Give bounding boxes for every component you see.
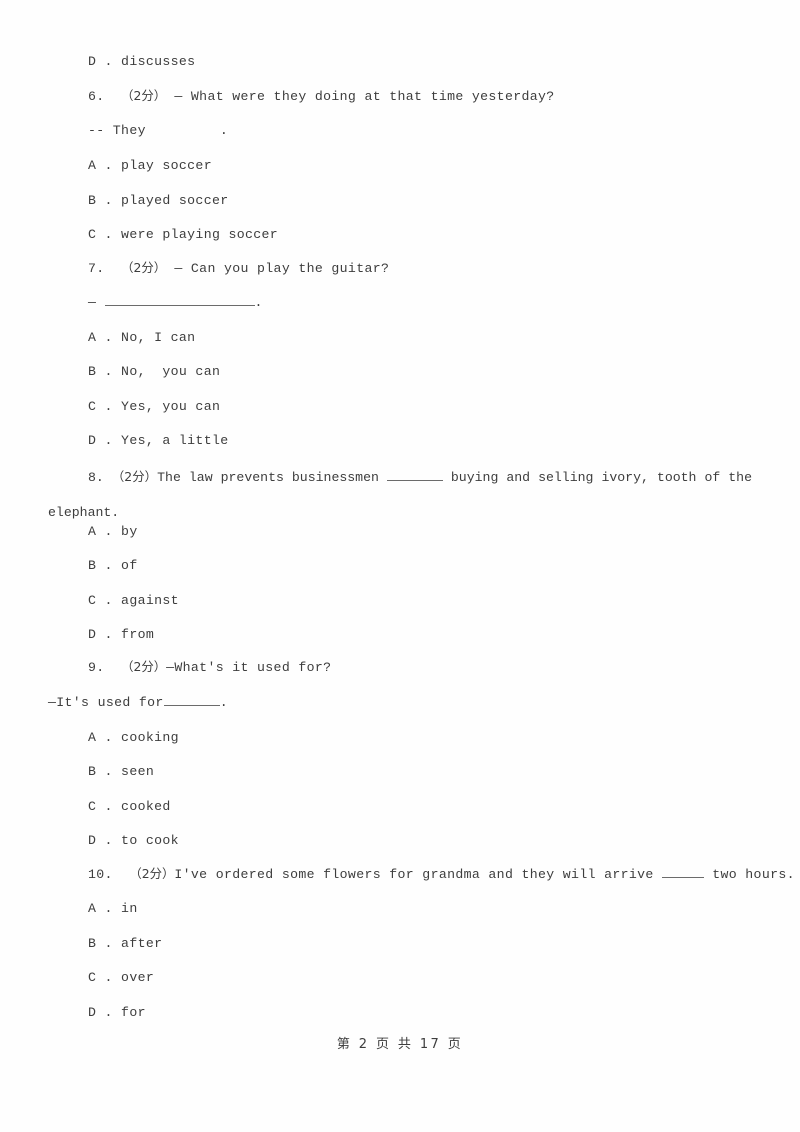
option-row-7b[interactable]: B . No, you can	[88, 363, 220, 381]
question-number: 10.	[88, 867, 113, 882]
fill-in-blank[interactable]	[104, 294, 255, 306]
option-row-10b[interactable]: B . after	[88, 935, 162, 953]
answer-suffix: .	[219, 695, 228, 710]
question-stem-part1: I've ordered some flowers for grandma an…	[174, 867, 662, 882]
option-row-7d[interactable]: D . Yes, a little	[88, 432, 228, 450]
option-row-9a[interactable]: A . cooking	[88, 729, 179, 747]
question-6-answer-line: -- They.	[88, 122, 228, 140]
option-row-8a[interactable]: A . by	[88, 523, 138, 541]
question-stem: —What's it used for?	[166, 660, 332, 675]
option-row-6c[interactable]: C . were playing soccer	[88, 226, 278, 244]
option-row-10a[interactable]: A . in	[88, 900, 138, 918]
question-number: 9.	[88, 660, 105, 675]
question-number: 6.	[88, 89, 105, 104]
option-row: D . discusses	[88, 54, 196, 69]
option-row-10c[interactable]: C . over	[88, 969, 154, 987]
question-marks: （2分）	[129, 866, 175, 881]
answer-prefix: -- They	[88, 123, 146, 138]
question-stem: — What were they doing at that time yest…	[174, 89, 555, 104]
question-row-9: 9. （2分）—What's it used for?	[88, 658, 331, 677]
option-row-7a[interactable]: A . No, I can	[88, 329, 195, 347]
question-marks: （2分）	[121, 260, 167, 275]
option-row-9c[interactable]: C . cooked	[88, 798, 171, 816]
option-row-7c[interactable]: C . Yes, you can	[88, 398, 220, 416]
question-stem-part1: The law prevents businessmen	[157, 470, 387, 485]
question-number: 7.	[88, 261, 105, 276]
answer-suffix: .	[219, 123, 229, 138]
question-9-answer-line: —It's used for.	[48, 694, 228, 712]
question-row-8: 8. （2分）The law prevents businessmen buyi…	[48, 460, 752, 530]
question-marks: （2分）	[121, 659, 167, 674]
question-stem-part2: two hours.	[703, 867, 795, 882]
question-marks: （2分）	[111, 469, 158, 484]
option-row-8b[interactable]: B . of	[88, 557, 138, 575]
option-row-10d[interactable]: D . for	[88, 1004, 146, 1022]
option-row-6b[interactable]: B . played soccer	[88, 192, 228, 210]
option-row-8d[interactable]: D . from	[88, 626, 154, 644]
question-number: 8.	[88, 470, 104, 485]
fill-in-blank[interactable]	[163, 694, 220, 706]
question-7-answer-line: — .	[88, 294, 263, 312]
option-row-6a[interactable]: A . play soccer	[88, 157, 212, 175]
answer-prefix: —It's used for	[48, 695, 164, 710]
question-row-7: 7. （2分） — Can you play the guitar?	[88, 259, 389, 278]
page-footer: 第 2 页 共 17 页	[336, 1037, 464, 1052]
question-marks: （2分）	[121, 88, 167, 103]
option-row-9d[interactable]: D . to cook	[88, 832, 179, 850]
option-row-8c[interactable]: C . against	[88, 592, 179, 610]
question-row-6: 6. （2分） — What were they doing at that t…	[88, 87, 555, 106]
fill-in-blank[interactable]	[661, 866, 704, 878]
fill-in-blank[interactable]	[386, 469, 443, 481]
question-stem: — Can you play the guitar?	[174, 261, 390, 276]
document-page: D . discusses 6. （2分） — What were they d…	[0, 0, 800, 1132]
answer-suffix: .	[254, 295, 263, 310]
option-row-9b[interactable]: B . seen	[88, 763, 154, 781]
question-row-10: 10. （2分）I've ordered some flowers for gr…	[88, 865, 795, 884]
